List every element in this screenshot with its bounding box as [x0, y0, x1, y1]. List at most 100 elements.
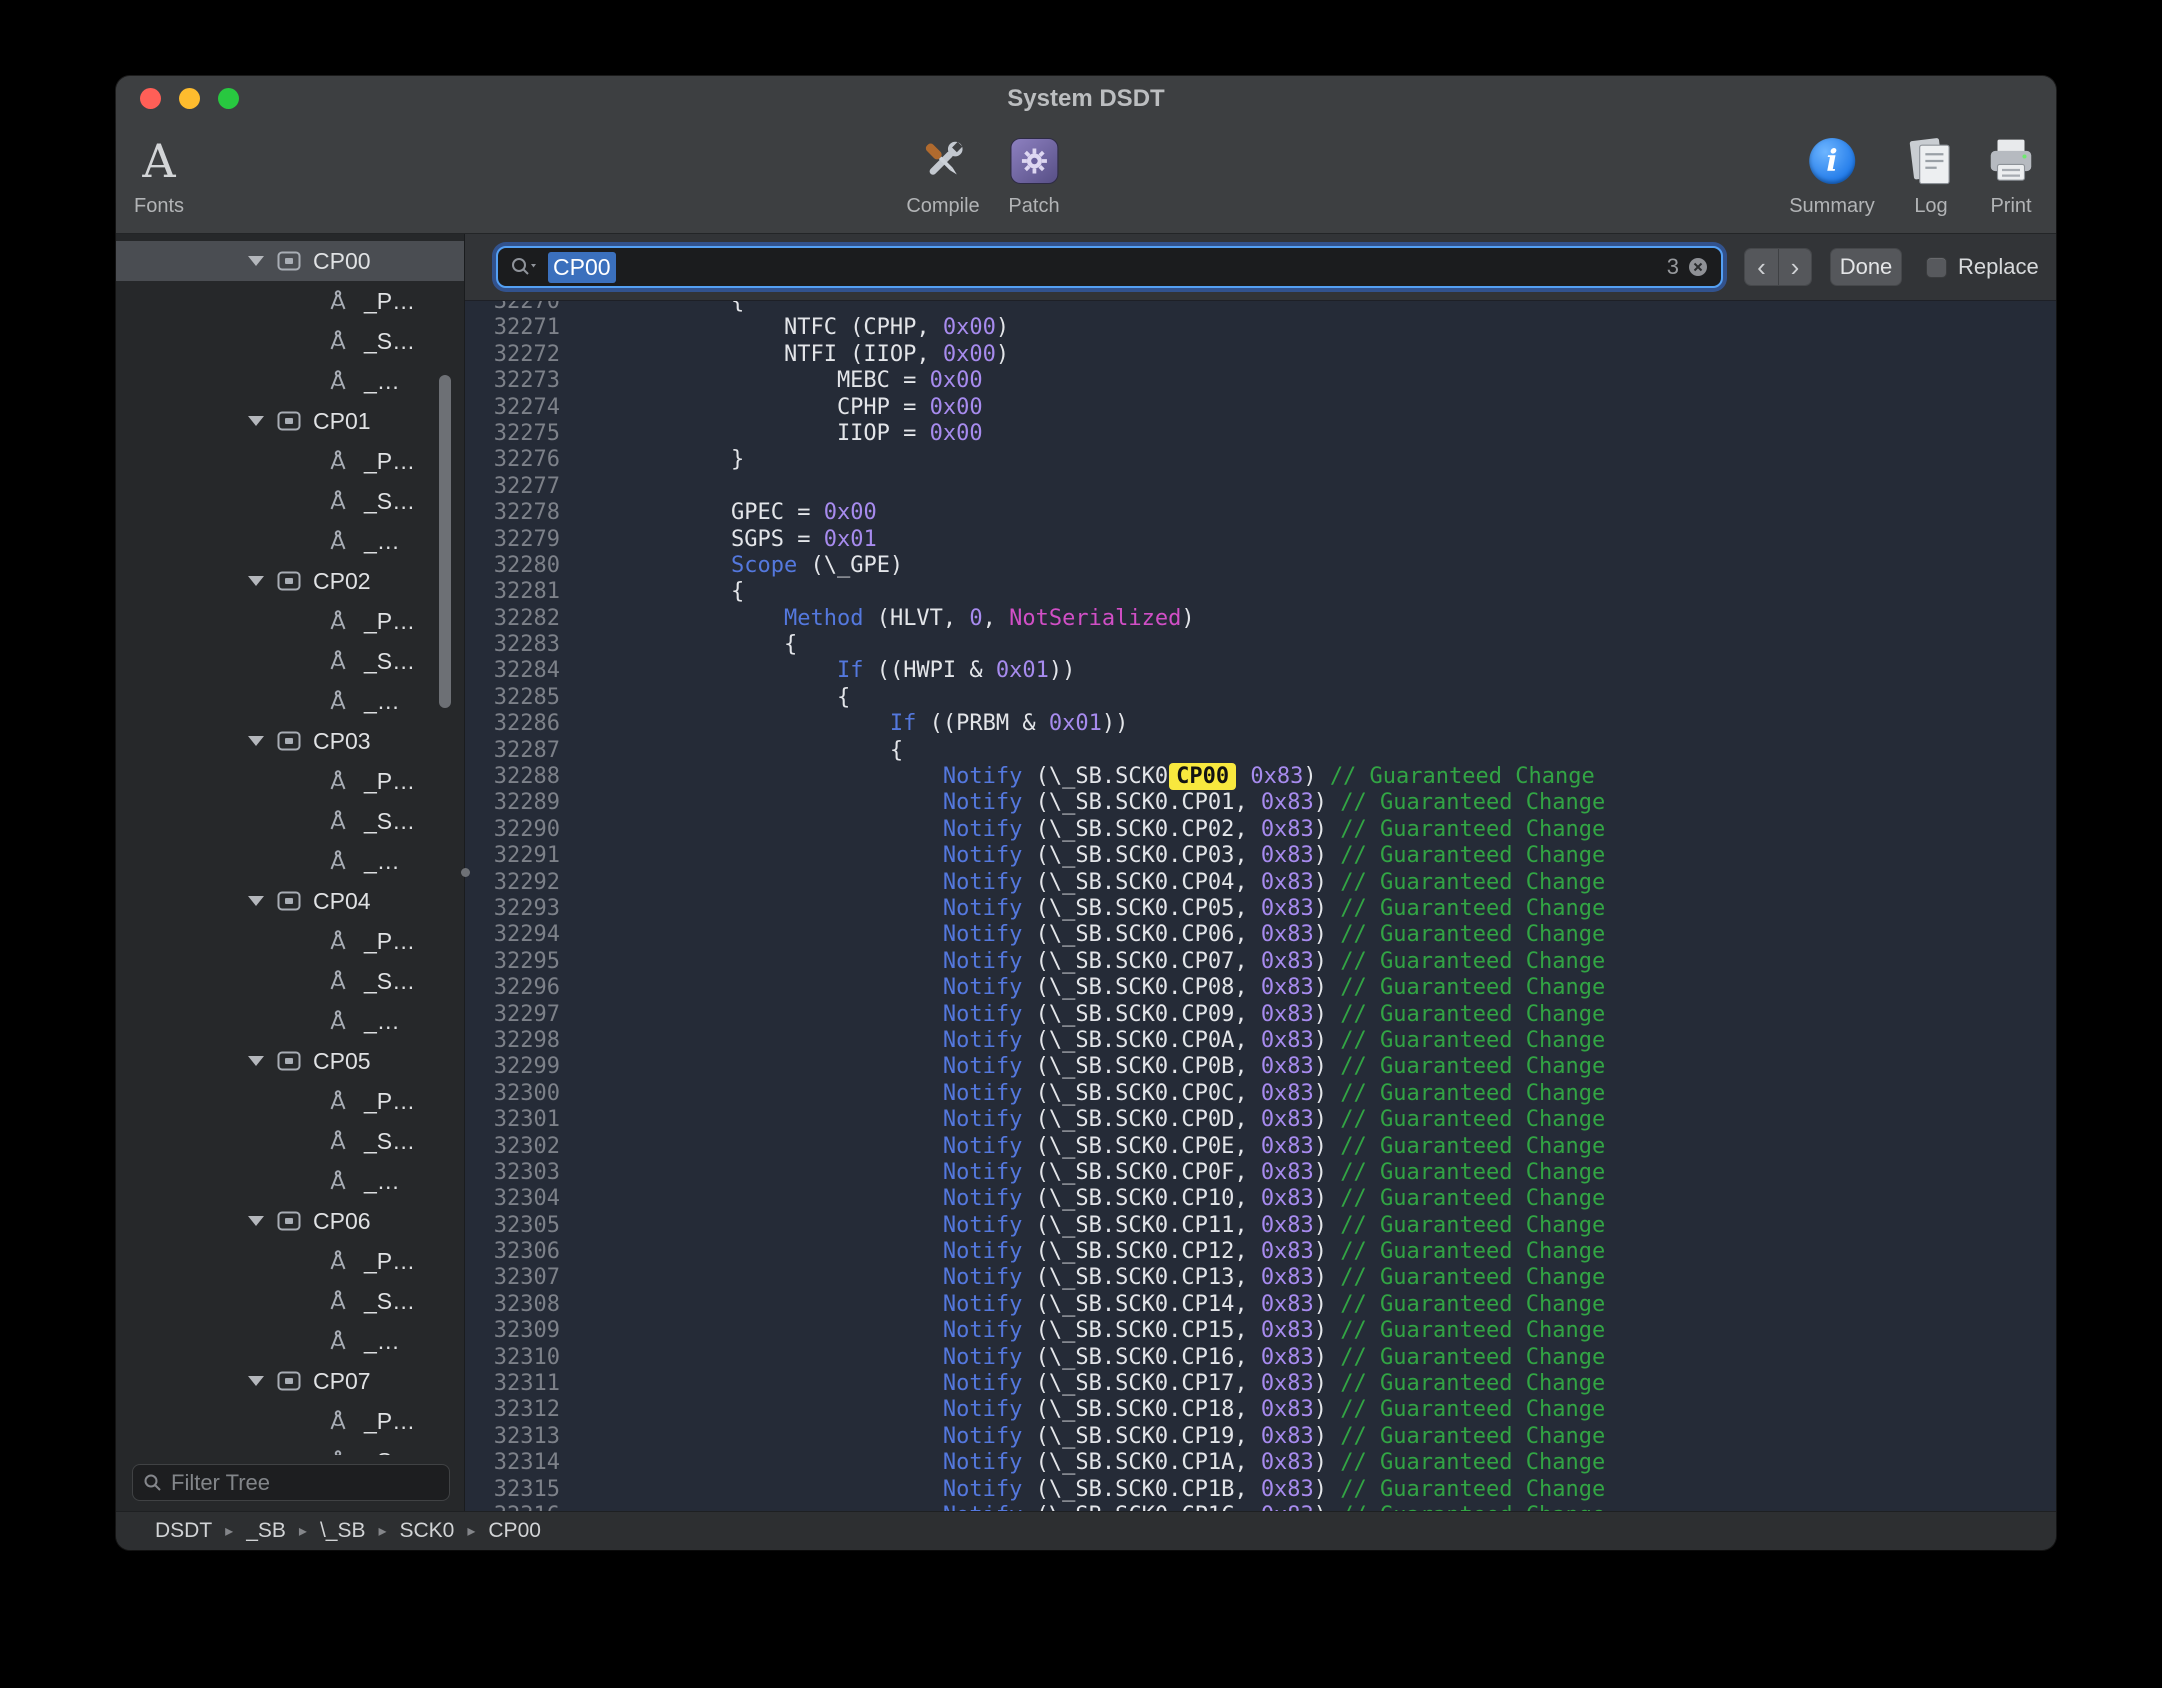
tree-item-method[interactable]: _P…: [116, 1241, 464, 1281]
disclosure-triangle-icon[interactable]: [248, 736, 264, 746]
close-button[interactable]: [140, 88, 161, 109]
tree-item-cp00[interactable]: CP00: [116, 241, 464, 281]
traffic-lights: [140, 88, 239, 109]
pane-splitter-handle[interactable]: [461, 868, 470, 877]
tree-item-label: _P…: [364, 608, 415, 635]
code-segment: NTFI (IIOP,: [678, 342, 943, 367]
tree-item-method[interactable]: _P…: [116, 921, 464, 961]
search-menu-icon[interactable]: [510, 256, 540, 278]
print-label: Print: [1990, 195, 2031, 218]
tree-item-method[interactable]: _S…: [116, 801, 464, 841]
tree-item-cp01[interactable]: CP01: [116, 401, 464, 441]
tree-item-method[interactable]: _P…: [116, 761, 464, 801]
disclosure-triangle-icon[interactable]: [248, 896, 264, 906]
print-button[interactable]: Print: [1984, 128, 2038, 218]
line-number: 32309: [465, 1318, 560, 1344]
compile-button[interactable]: Compile: [906, 128, 979, 218]
code-segment: ): [1303, 764, 1330, 789]
method-compass-icon: [324, 608, 351, 634]
code-segment: (\_SB.SCK0.CP18,: [1022, 1397, 1260, 1422]
tree-item-cp06[interactable]: CP06: [116, 1201, 464, 1241]
line-number: 32304: [465, 1186, 560, 1212]
log-button[interactable]: Log: [1906, 128, 1956, 218]
tree-item-method[interactable]: _…: [116, 361, 464, 401]
tree-item-method[interactable]: _S…: [116, 481, 464, 521]
tree-item-label: _P…: [364, 768, 415, 795]
tree-item-method[interactable]: _…: [116, 1321, 464, 1361]
code-segment: 0x83: [1261, 1292, 1314, 1317]
code-segment: Notify: [943, 1054, 1022, 1079]
disclosure-triangle-icon[interactable]: [248, 256, 264, 266]
tree-item-method[interactable]: _…: [116, 521, 464, 561]
tree-item-method[interactable]: _S…: [116, 1441, 464, 1455]
code-segment: // Guaranteed Change: [1340, 817, 1605, 842]
code-editor[interactable]: 32270 {32271 NTFC (CPHP, 0x00)32272 NTFI…: [465, 301, 2056, 1511]
tree-item-method[interactable]: _S…: [116, 641, 464, 681]
tree-item-method[interactable]: _P…: [116, 1401, 464, 1441]
tree-item-cp05[interactable]: CP05: [116, 1041, 464, 1081]
tree-item-method[interactable]: _…: [116, 681, 464, 721]
tree-item-method[interactable]: _…: [116, 1001, 464, 1041]
tree-item-method[interactable]: _S…: [116, 321, 464, 361]
path-item-cp00[interactable]: CP00: [488, 1519, 541, 1543]
path-item-_sb[interactable]: \_SB: [320, 1519, 366, 1543]
disclosure-triangle-icon[interactable]: [248, 1216, 264, 1226]
minimize-button[interactable]: [179, 88, 200, 109]
code-segment: ): [1314, 1450, 1341, 1475]
find-previous-button[interactable]: ‹: [1745, 249, 1778, 285]
code-segment: [678, 1424, 943, 1449]
method-compass-icon: [324, 808, 351, 834]
path-item-dsdt[interactable]: DSDT: [155, 1519, 212, 1543]
filter-tree-field[interactable]: [132, 1464, 450, 1501]
path-item-_sb[interactable]: _SB: [246, 1519, 286, 1543]
title-bar[interactable]: System DSDT: [116, 76, 2056, 120]
code-segment: Notify: [943, 1371, 1022, 1396]
code-segment: 0x00: [943, 342, 996, 367]
tree-item-method[interactable]: _…: [116, 1161, 464, 1201]
code-line: 32300 Notify (\_SB.SCK0.CP0C, 0x83) // G…: [465, 1081, 2056, 1107]
disclosure-triangle-icon[interactable]: [248, 576, 264, 586]
code-text: {: [678, 632, 797, 658]
line-number: 32299: [465, 1054, 560, 1080]
summary-button[interactable]: i Summary: [1789, 128, 1875, 218]
find-next-button[interactable]: ›: [1778, 249, 1811, 285]
tree-item-method[interactable]: _P…: [116, 1081, 464, 1121]
tree-item-method[interactable]: _P…: [116, 441, 464, 481]
zoom-button[interactable]: [218, 88, 239, 109]
tree-item-cp03[interactable]: CP03: [116, 721, 464, 761]
tree-item-method[interactable]: _P…: [116, 281, 464, 321]
find-input[interactable]: CP00 3: [496, 246, 1723, 288]
tree-item-method[interactable]: _…: [116, 841, 464, 881]
code-segment: Notify: [943, 1265, 1022, 1290]
code-segment: // Guaranteed Change: [1340, 1318, 1605, 1343]
disclosure-triangle-icon[interactable]: [248, 1056, 264, 1066]
tree-item-cp02[interactable]: CP02: [116, 561, 464, 601]
path-item-sck0[interactable]: SCK0: [400, 1519, 455, 1543]
code-text: Notify (\_SB.SCK0.CP1C, 0x83) // Guarant…: [678, 1503, 1605, 1511]
tree-item-cp07[interactable]: CP07: [116, 1361, 464, 1401]
code-segment: 0x83: [1261, 1107, 1314, 1132]
replace-checkbox[interactable]: [1926, 257, 1947, 278]
tree-item-label: _…: [364, 848, 400, 875]
code-segment: ): [1314, 1134, 1341, 1159]
clear-search-button[interactable]: [1687, 256, 1709, 278]
disclosure-triangle-icon[interactable]: [248, 416, 264, 426]
tree-item-method[interactable]: _S…: [116, 961, 464, 1001]
tree-item-method[interactable]: _S…: [116, 1121, 464, 1161]
method-compass-icon: [324, 1328, 351, 1354]
tree-item-label: CP07: [313, 1368, 371, 1395]
tree-item-method[interactable]: _S…: [116, 1281, 464, 1321]
tree-item-method[interactable]: _P…: [116, 601, 464, 641]
code-segment: Notify: [943, 1134, 1022, 1159]
done-button[interactable]: Done: [1830, 248, 1902, 286]
code-segment: ): [1314, 1239, 1341, 1264]
tree-item-label: _S…: [364, 808, 415, 835]
tree-item-label: CP02: [313, 568, 371, 595]
fonts-button[interactable]: A Fonts: [134, 128, 184, 218]
filter-tree-input[interactable]: [171, 1470, 439, 1496]
patch-button[interactable]: Patch: [1008, 128, 1059, 218]
tree-item-label: _…: [364, 1168, 400, 1195]
disclosure-triangle-icon[interactable]: [248, 1376, 264, 1386]
sidebar-scrollbar-thumb[interactable]: [439, 375, 451, 708]
tree-item-cp04[interactable]: CP04: [116, 881, 464, 921]
